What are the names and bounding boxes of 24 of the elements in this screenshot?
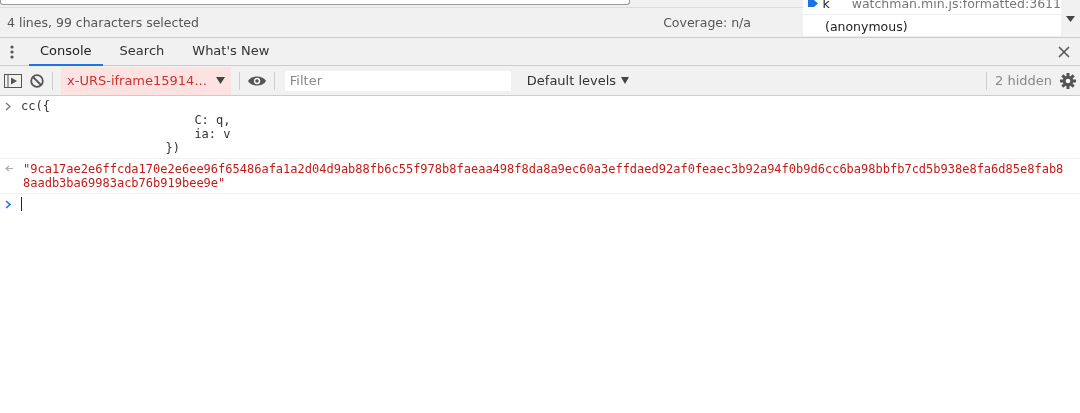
levels-dropdown[interactable]: Default levels	[520, 72, 636, 89]
more-options-icon[interactable]	[10, 44, 14, 59]
drawer-tab[interactable]: What's New	[181, 37, 281, 66]
settings-icon[interactable]	[1060, 72, 1076, 89]
close-icon[interactable]	[1058, 45, 1070, 58]
selection-status: 4 lines, 99 characters selected	[7, 15, 199, 30]
caret-icon	[621, 77, 630, 84]
clear-console-icon[interactable]	[30, 73, 44, 88]
scroll-down-icon[interactable]	[1066, 15, 1075, 22]
console-result-text: "9ca17ae2e6ffcda170e2e6ee96f65486afa1a2d04d9ab88fb6c55f978b8faeaa498f8da8a9ec60a3effdaed92af0feaec3b92a94f0b9d6cc6ba98bbfb7cd5b938e8fa6d85e8fab88aadb3ba69983acb76b919bee9e"	[23, 162, 1064, 190]
filter-field[interactable]: Filter	[284, 70, 511, 91]
console-input-text: cc({ C: q, ia: v })	[21, 99, 231, 155]
drawer-tab[interactable]: Search	[108, 37, 176, 66]
caret-icon	[215, 77, 225, 84]
input-chevron-icon	[5, 102, 11, 111]
sidebar-toggle-icon[interactable]	[4, 73, 22, 88]
call-frame[interactable]: (anonymous)	[803, 14, 1061, 37]
eye-icon[interactable]	[247, 74, 266, 87]
current-frame-arrow-icon	[807, 0, 818, 9]
prompt-chevron-icon	[5, 200, 11, 209]
coverage-status: Coverage: n/a	[663, 15, 751, 30]
hidden-count: 2 hidden	[995, 73, 1052, 88]
context-dropdown[interactable]: x-URS-iframe15914...	[61, 66, 231, 95]
result-arrow-icon	[5, 165, 13, 172]
